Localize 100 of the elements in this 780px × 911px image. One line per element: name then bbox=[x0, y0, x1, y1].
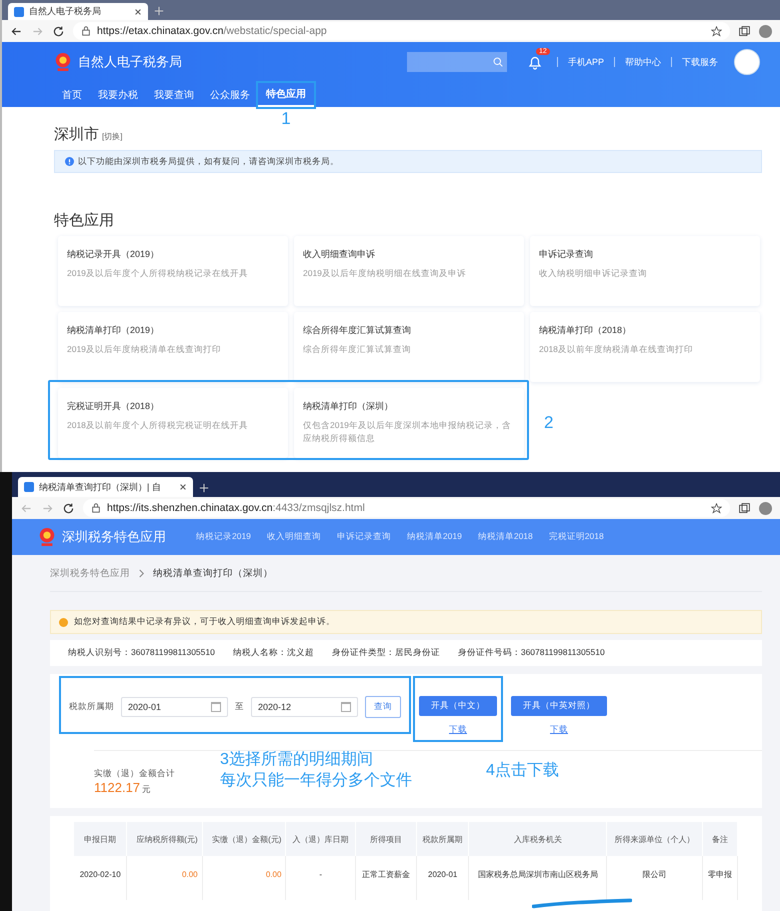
address-bar[interactable]: https://its.shenzhen.chinatax.gov.cn:4433/zmsqjlsz.html bbox=[83, 499, 730, 517]
column-header: 所得来源单位（个人） bbox=[606, 822, 702, 856]
lock-icon bbox=[81, 26, 91, 36]
reload-icon[interactable] bbox=[52, 24, 65, 38]
warning-text: 如您对查询结果中记录有异议，可于收入明细查询申诉发起申诉。 bbox=[74, 616, 335, 628]
header-link[interactable]: 下载服务 bbox=[682, 56, 718, 68]
app-title: 完税证明开具（2018） bbox=[67, 400, 160, 413]
range-separator: 至 bbox=[235, 701, 244, 713]
nav-tab[interactable]: 我要查询 bbox=[146, 83, 202, 107]
table-cell: 零申报 bbox=[702, 856, 738, 900]
nav-tab[interactable]: 我要办税 bbox=[90, 83, 146, 107]
app-title: 纳税清单打印（2018） bbox=[539, 324, 632, 337]
app-card[interactable]: 完税证明开具（2018） 2018及以前年度个人所得税完税证明在线开具 bbox=[58, 388, 288, 458]
search-icon bbox=[492, 57, 503, 67]
city-name: 深圳市 bbox=[54, 125, 99, 144]
total-label: 实缴（退）金额合计 bbox=[94, 768, 175, 780]
star-icon[interactable] bbox=[711, 502, 722, 514]
download-link[interactable]: 下载 bbox=[449, 724, 467, 736]
total-amount: 1122.17 bbox=[94, 780, 140, 795]
app-description: 2018及以前年度个人所得税完税证明在线开具 bbox=[67, 419, 249, 432]
app-card[interactable]: 纳税清单打印（深圳） 仅包含2019年及以后年度深圳本地申报纳税记录，含应纳税所得额信息 bbox=[294, 388, 524, 458]
table-cell: 2020-01 bbox=[416, 856, 469, 900]
site-title: 深圳税务特色应用 bbox=[62, 528, 166, 546]
breadcrumb-current: 纳税清单查询打印（深圳） bbox=[153, 566, 273, 580]
table-cell: - bbox=[286, 856, 356, 900]
header-link[interactable]: 手机APP bbox=[568, 56, 604, 68]
download-link[interactable]: 下载 bbox=[550, 724, 568, 736]
tab-title: 自然人电子税务局 bbox=[29, 5, 102, 18]
avatar[interactable] bbox=[734, 49, 760, 75]
profile-icon[interactable] bbox=[759, 24, 772, 38]
column-header: 税款所属期 bbox=[416, 822, 469, 856]
app-description: 2019及以后年度个人所得税纳税记录在线开具 bbox=[67, 267, 249, 280]
close-icon[interactable] bbox=[134, 8, 142, 16]
currency-unit: 元 bbox=[142, 784, 152, 794]
calendar-icon bbox=[341, 702, 351, 712]
collections-icon[interactable] bbox=[738, 24, 751, 38]
nav-link[interactable]: 纳税清单2019 bbox=[406, 531, 462, 543]
query-button[interactable]: 查询 bbox=[365, 696, 401, 718]
browser-tab[interactable]: 纳税清单查询打印（深圳）| 自 bbox=[18, 477, 193, 497]
app-description: 仅包含2019年及以后年度深圳本地申报纳税记录，含应纳税所得额信息 bbox=[303, 419, 512, 444]
issue-button[interactable]: 开具（中英对照） bbox=[511, 696, 607, 716]
app-card[interactable]: 纳税清单打印（2019） 2019及以后年度纳税清单在线查询打印 bbox=[58, 312, 288, 382]
date-field[interactable]: 2020-01 bbox=[121, 697, 228, 717]
annotation-number: 1 bbox=[281, 109, 291, 129]
column-header: 入库税务机关 bbox=[468, 822, 607, 856]
app-description: 综合所得年度汇算试算查询 bbox=[303, 343, 412, 356]
url-text: https://its.shenzhen.chinatax.gov.cn:4433/zmsqjlsz.html bbox=[107, 502, 366, 514]
date-field[interactable]: 2020-12 bbox=[251, 697, 358, 717]
nav-link[interactable]: 申诉记录查询 bbox=[336, 531, 391, 543]
calendar-icon bbox=[211, 702, 221, 712]
table-cell: 0.00 bbox=[202, 856, 286, 900]
app-title: 纳税清单打印（深圳） bbox=[303, 400, 394, 413]
app-description: 2018及以前年度纳税清单在线查询打印 bbox=[539, 343, 694, 356]
search-field[interactable] bbox=[406, 52, 507, 72]
column-header: 备注 bbox=[702, 822, 738, 856]
app-title: 收入明细查询申诉 bbox=[303, 248, 376, 261]
lock-icon bbox=[91, 503, 101, 513]
bell-icon[interactable] bbox=[526, 54, 543, 70]
taxpayer-field: 纳税人名称：沈义超 bbox=[232, 647, 314, 659]
collections-icon[interactable] bbox=[738, 502, 751, 514]
app-card[interactable]: 纳税记录开具（2019） 2019及以后年度个人所得税纳税记录在线开具 bbox=[58, 236, 288, 306]
taxpayer-field: 身份证件号码：360781199811305510 bbox=[458, 647, 605, 659]
nav-tab[interactable]: 首页 bbox=[54, 83, 90, 107]
header-link[interactable]: 帮助中心 bbox=[625, 56, 661, 68]
app-title: 纳税清单打印（2019） bbox=[67, 324, 160, 337]
url-text: https://etax.chinatax.gov.cn/webstatic/special-app bbox=[97, 25, 328, 37]
site-favicon-icon bbox=[14, 6, 24, 16]
browser-tab[interactable]: 自然人电子税务局 bbox=[8, 3, 148, 20]
nav-link[interactable]: 收入明细查询 bbox=[266, 531, 321, 543]
chevron-icon bbox=[138, 568, 145, 578]
tab-title: 纳税清单查询打印（深圳）| 自 bbox=[39, 480, 162, 494]
issue-button[interactable]: 开具（中文） bbox=[419, 696, 497, 716]
close-icon[interactable] bbox=[179, 483, 187, 491]
star-icon[interactable] bbox=[711, 26, 722, 36]
emblem-icon bbox=[54, 52, 72, 72]
app-card[interactable]: 纳税清单打印（2018） 2018及以前年度纳税清单在线查询打印 bbox=[530, 312, 760, 382]
address-bar[interactable]: https://etax.chinatax.gov.cn/webstatic/special-app bbox=[73, 22, 730, 40]
nav-link[interactable]: 纳税记录2019 bbox=[196, 531, 251, 543]
app-card[interactable]: 收入明细查询申诉 2019及以后年度纳税明细在线查询及申诉 bbox=[294, 236, 524, 306]
app-title: 纳税记录开具（2019） bbox=[67, 248, 160, 261]
info-icon bbox=[65, 157, 74, 166]
app-card[interactable]: 综合所得年度汇算试算查询 综合所得年度汇算试算查询 bbox=[294, 312, 524, 382]
reload-icon[interactable] bbox=[62, 502, 75, 514]
annotation-number: 2 bbox=[544, 413, 554, 433]
nav-link[interactable]: 完税证明2018 bbox=[548, 531, 604, 543]
app-card[interactable]: 申诉记录查询 收入纳税明细申诉记录查询 bbox=[530, 236, 760, 306]
switch-link[interactable]: [切换] bbox=[102, 131, 122, 142]
table-cell: 2020-02-10 bbox=[74, 856, 127, 900]
breadcrumb-link[interactable]: 深圳税务特色应用 bbox=[50, 566, 130, 580]
nav-tab[interactable]: 公众服务 bbox=[202, 83, 258, 107]
new-tab-icon[interactable] bbox=[199, 483, 209, 493]
taxpayer-field: 身份证件类型：居民身份证 bbox=[332, 647, 440, 659]
column-header: 应纳税所得额(元) bbox=[126, 822, 202, 856]
annotation-text: 4点击下载 bbox=[486, 760, 559, 781]
nav-link[interactable]: 纳税清单2018 bbox=[478, 531, 533, 543]
app-title: 综合所得年度汇算试算查询 bbox=[303, 324, 412, 337]
app-description: 2019及以后年度纳税明细在线查询及申诉 bbox=[303, 267, 467, 280]
profile-icon[interactable] bbox=[759, 502, 772, 514]
section-title: 特色应用 bbox=[54, 211, 115, 230]
table-cell: 国家税务总局深圳市南山区税务局 bbox=[468, 856, 607, 900]
